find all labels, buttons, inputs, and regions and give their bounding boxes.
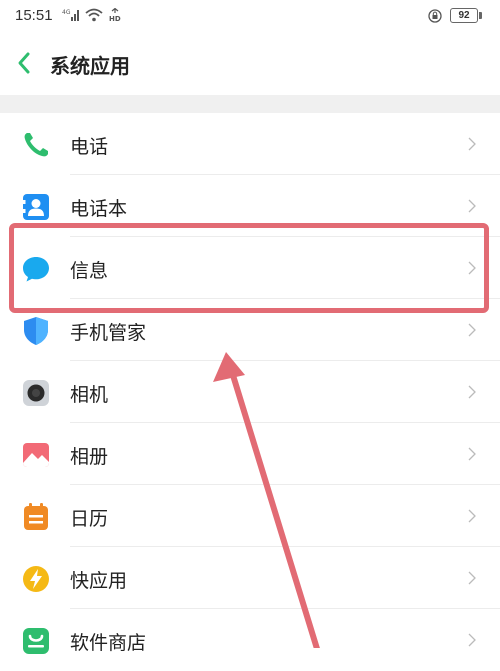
list-item-quick-app[interactable]: 快应用 <box>0 547 500 609</box>
list-item-label: 相机 <box>70 384 109 406</box>
app-store-icon <box>23 628 49 654</box>
list-item-contacts[interactable]: 电话本 <box>0 175 500 237</box>
chevron-right-icon <box>468 137 476 151</box>
chevron-right-icon <box>468 633 476 647</box>
wifi-icon <box>85 8 103 22</box>
svg-text:HD: HD <box>109 15 121 22</box>
contacts-icon <box>23 194 49 220</box>
list-item-label: 手机管家 <box>70 322 147 344</box>
chevron-right-icon <box>468 571 476 585</box>
list-item-label: 日历 <box>70 508 109 530</box>
list-item-camera[interactable]: 相机 <box>0 361 500 423</box>
list-item-messages[interactable]: 信息 <box>0 237 500 299</box>
quick-app-icon <box>23 566 49 592</box>
gallery-icon <box>23 443 49 467</box>
list-item-label: 信息 <box>70 260 109 282</box>
list-item-phone-manager[interactable]: 手机管家 <box>0 299 500 361</box>
chevron-right-icon <box>468 199 476 213</box>
list-item-label: 电话 <box>70 136 109 158</box>
chevron-right-icon <box>468 447 476 461</box>
chevron-right-icon <box>468 261 476 275</box>
list-item-app-store[interactable]: 软件商店 <box>0 609 500 671</box>
list-item-label: 软件商店 <box>70 632 147 654</box>
svg-text:4G: 4G <box>62 9 71 16</box>
list-item-label: 电话本 <box>70 198 128 220</box>
status-bar: 15:51 4G HD 92 <box>0 0 500 34</box>
list-item-label: 相册 <box>70 446 109 468</box>
phone-manager-icon <box>24 317 48 345</box>
signal-icon: 4G <box>62 9 79 21</box>
chevron-right-icon <box>468 323 476 337</box>
chevron-right-icon <box>468 385 476 399</box>
status-time: 15:51 <box>15 7 53 24</box>
header: 系统应用 <box>0 34 500 92</box>
list-item-calendar[interactable]: 日历 <box>0 485 500 547</box>
phone-icon <box>24 133 48 157</box>
section-divider <box>0 95 500 113</box>
hd-icon: HD <box>109 8 121 22</box>
lock-rotation-icon <box>428 8 442 23</box>
messages-icon <box>23 257 49 282</box>
list-item-gallery[interactable]: 相册 <box>0 423 500 485</box>
battery-indicator: 92 <box>450 8 482 23</box>
list-item-label: 快应用 <box>70 570 128 592</box>
calendar-icon <box>24 503 48 530</box>
camera-icon <box>23 380 49 406</box>
back-arrow-icon[interactable] <box>14 50 36 76</box>
list-item-phone[interactable]: 电话 <box>0 113 500 175</box>
chevron-right-icon <box>468 509 476 523</box>
page-title: 系统应用 <box>50 54 130 78</box>
